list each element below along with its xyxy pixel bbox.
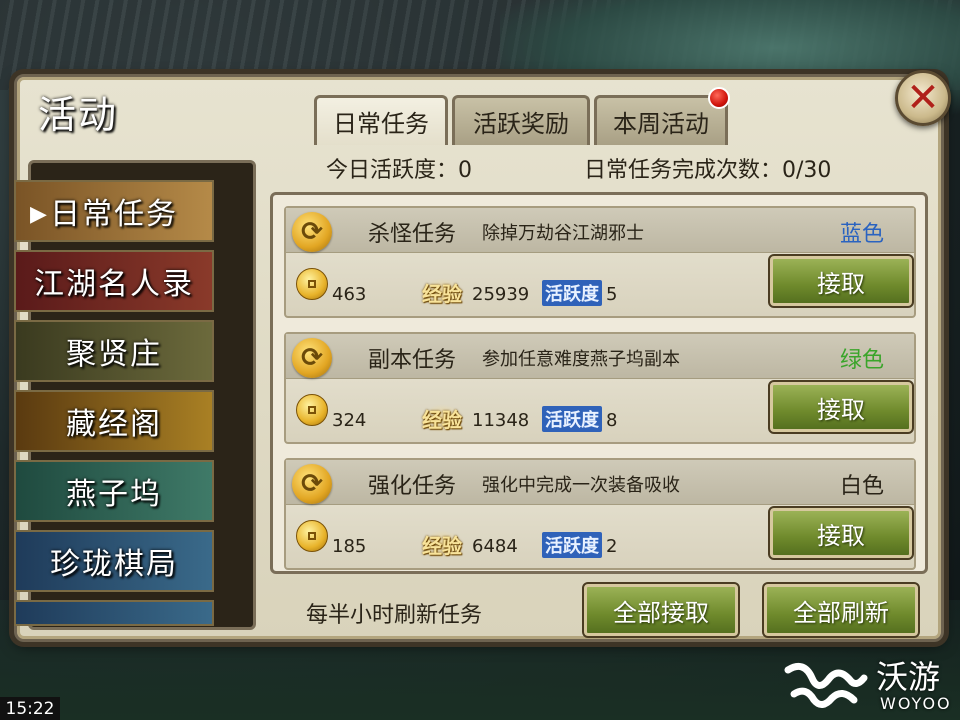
task-card-enhance: ⟳ 强化任务 强化中完成一次装备吸收 白色 185 经验 6484 活跃度 2 … [284,458,916,570]
tab-activity-rewards[interactable]: 活跃奖励 [452,95,590,145]
tab-daily-tasks[interactable]: 日常任务 [314,95,448,145]
refresh-hint: 每半小时刷新任务 [306,603,483,628]
gold-reward: 463 [332,284,367,305]
gold-reward: 185 [332,536,367,557]
exp-label: 经验 [422,278,462,307]
accept-all-button[interactable]: 全部接取 [582,582,740,638]
refresh-task-icon[interactable]: ⟳ [292,338,332,378]
activity-reward: 8 [606,410,618,431]
status-clock: 15:22 [0,697,60,720]
daily-completion-stat: 日常任务完成次数：0/30 [584,158,832,183]
menu-item-sutra-library[interactable]: 藏经阁 [14,390,214,452]
accept-button[interactable]: 接取 [768,506,914,560]
exp-label: 经验 [422,530,462,559]
exp-reward: 6484 [472,536,518,557]
coin-icon [296,394,328,426]
activity-label: 活跃度 [542,280,602,306]
activity-reward: 5 [606,284,618,305]
activity-reward: 2 [606,536,618,557]
coin-icon [296,268,328,300]
accept-button[interactable]: 接取 [768,254,914,308]
activity-label: 活跃度 [542,532,602,558]
refresh-task-icon[interactable]: ⟳ [292,212,332,252]
task-name: 强化任务 [368,474,457,499]
task-grade: 蓝色 [839,222,884,247]
activity-label: 活跃度 [542,406,602,432]
task-name: 副本任务 [368,348,457,373]
task-grade: 白色 [839,474,884,499]
watermark-en: WOYOO [880,694,952,713]
task-grade: 绿色 [839,348,884,373]
task-name: 杀怪任务 [368,222,457,247]
daily-activity-stat: 今日活跃度：0 [326,158,472,183]
coin-icon [296,520,328,552]
gold-reward: 324 [332,410,367,431]
watermark: 沃游 WOYOO [784,652,954,718]
task-description: 参加任意难度燕子坞副本 [482,349,680,370]
menu-item-yanziwu[interactable]: 燕子坞 [14,460,214,522]
panel-title: 活动 [38,93,119,137]
menu-item-juxian-manor[interactable]: 聚贤庄 [14,320,214,382]
refresh-task-icon[interactable]: ⟳ [292,464,332,504]
task-description: 除掉万劫谷江湖邪士 [482,223,644,244]
woyoo-logo-icon [784,662,868,708]
notification-dot-icon [708,87,730,109]
task-card-dungeon: ⟳ 副本任务 参加任意难度燕子坞副本 绿色 324 经验 11348 活跃度 8… [284,332,916,444]
close-icon: ✕ [906,75,940,121]
exp-reward: 11348 [472,410,530,431]
watermark-cn: 沃游 [876,658,941,696]
menu-item-zhenlong-chess[interactable]: 珍珑棋局 [14,530,214,592]
refresh-all-button[interactable]: 全部刷新 [762,582,920,638]
menu-item-partial[interactable] [14,600,214,626]
accept-button[interactable]: 接取 [768,380,914,434]
close-button[interactable]: ✕ [895,70,951,126]
task-card-kill: ⟳ 杀怪任务 除掉万劫谷江湖邪士 蓝色 463 经验 25939 活跃度 5 接… [284,206,916,318]
menu-item-jianghu-celebrities[interactable]: 江湖名人录 [14,250,214,312]
exp-reward: 25939 [472,284,530,305]
task-description: 强化中完成一次装备吸收 [482,475,680,496]
tab-weekly-events[interactable]: 本周活动 [594,95,728,145]
exp-label: 经验 [422,404,462,433]
selected-arrow-icon: ▶ [30,202,47,227]
